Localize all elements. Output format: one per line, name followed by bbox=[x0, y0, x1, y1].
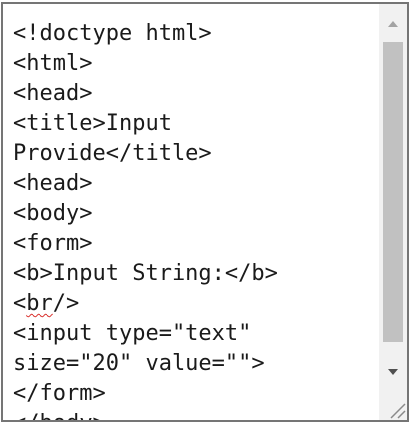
code-content[interactable]: <!doctype html> <html> <head> <title>Inp… bbox=[13, 19, 383, 420]
code-line: </form> bbox=[13, 381, 106, 406]
code-line: <b>Input String:</b> bbox=[13, 261, 278, 286]
spellcheck-word: br bbox=[26, 291, 53, 316]
vertical-scrollbar[interactable] bbox=[379, 4, 407, 420]
br-open: < bbox=[13, 291, 27, 316]
scrollbar-thumb[interactable] bbox=[383, 42, 403, 342]
code-line: <body> bbox=[13, 201, 93, 226]
code-line: <head> bbox=[13, 81, 93, 106]
code-line: </body> bbox=[13, 409, 383, 420]
code-line: <title>Input bbox=[13, 111, 172, 136]
code-line-br: <br/> bbox=[13, 289, 383, 319]
resize-grip-icon[interactable] bbox=[379, 392, 407, 420]
code-line: <input type="text" bbox=[13, 321, 252, 346]
code-textarea[interactable]: <!doctype html> <html> <head> <title>Inp… bbox=[1, 2, 409, 422]
scroll-up-icon[interactable] bbox=[379, 10, 407, 38]
code-line: size="20" value=""> bbox=[13, 351, 265, 376]
code-line: <html> bbox=[13, 51, 93, 76]
code-line: Provide</title> bbox=[13, 141, 212, 166]
code-line: <form> bbox=[13, 231, 93, 256]
code-line: <!doctype html> bbox=[13, 21, 212, 46]
scroll-down-icon[interactable] bbox=[379, 358, 407, 386]
code-line: <head> bbox=[13, 171, 93, 196]
br-close: /> bbox=[52, 291, 80, 316]
